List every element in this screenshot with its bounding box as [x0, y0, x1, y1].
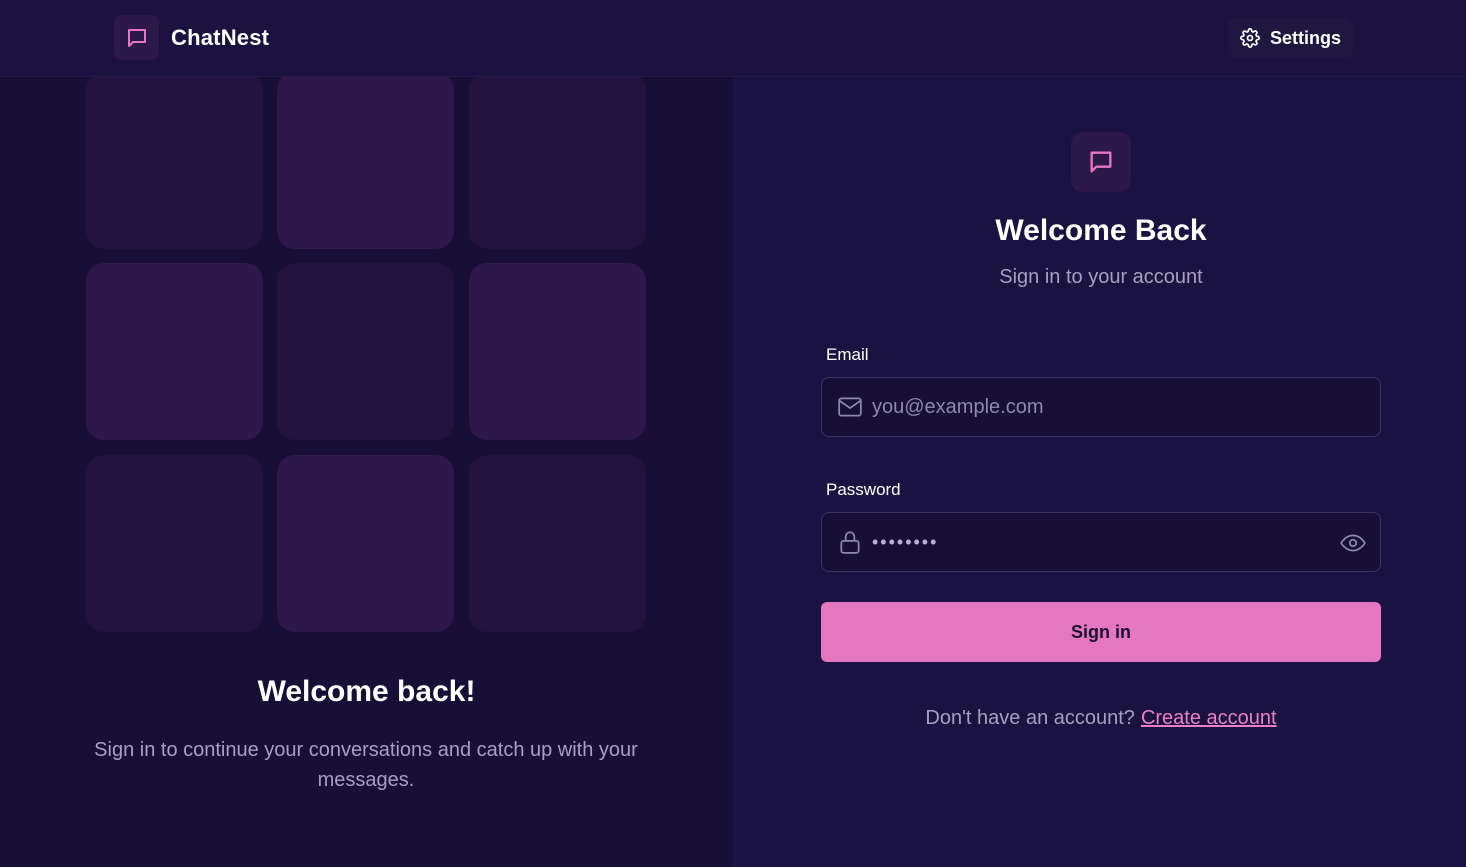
settings-button[interactable]: Settings	[1228, 18, 1353, 58]
gear-icon	[1240, 28, 1260, 48]
password-field[interactable]	[821, 512, 1381, 572]
eye-icon[interactable]	[1340, 530, 1366, 556]
brand[interactable]: ChatNest	[114, 15, 269, 60]
app-name: ChatNest	[171, 24, 270, 50]
hero-title: Welcome back!	[257, 675, 476, 708]
signup-prompt: Don't have an account? Create account	[821, 707, 1381, 730]
grid-tile	[469, 455, 646, 632]
grid-tile	[277, 263, 454, 440]
lock-icon	[840, 531, 860, 554]
form-title: Welcome Back	[995, 214, 1207, 247]
password-input[interactable]	[872, 513, 1332, 571]
mail-icon	[838, 397, 862, 417]
settings-label: Settings	[1269, 27, 1341, 48]
email-input[interactable]	[872, 378, 1332, 436]
password-label: Password	[826, 480, 901, 499]
grid-tile	[277, 455, 454, 632]
grid-tile	[86, 72, 263, 249]
form-subtitle: Sign in to your account	[999, 266, 1203, 288]
create-account-link[interactable]: Create account	[1141, 707, 1277, 729]
grid-tile	[469, 72, 646, 249]
top-bar: ChatNest Settings	[0, 0, 1466, 77]
grid-tile	[86, 455, 263, 632]
grid-tile	[469, 263, 646, 440]
no-account-text: Don't have an account?	[925, 707, 1135, 729]
email-field[interactable]	[821, 377, 1381, 437]
login-panel	[733, 77, 1466, 867]
hero-subtitle: Sign in to continue your conversations a…	[94, 739, 638, 791]
email-label: Email	[826, 345, 869, 364]
grid-tile	[86, 263, 263, 440]
chat-bubble-icon	[1071, 132, 1131, 192]
grid-tile	[277, 72, 454, 249]
sign-in-button[interactable]: Sign in	[821, 602, 1381, 662]
chat-bubble-icon	[114, 15, 159, 60]
